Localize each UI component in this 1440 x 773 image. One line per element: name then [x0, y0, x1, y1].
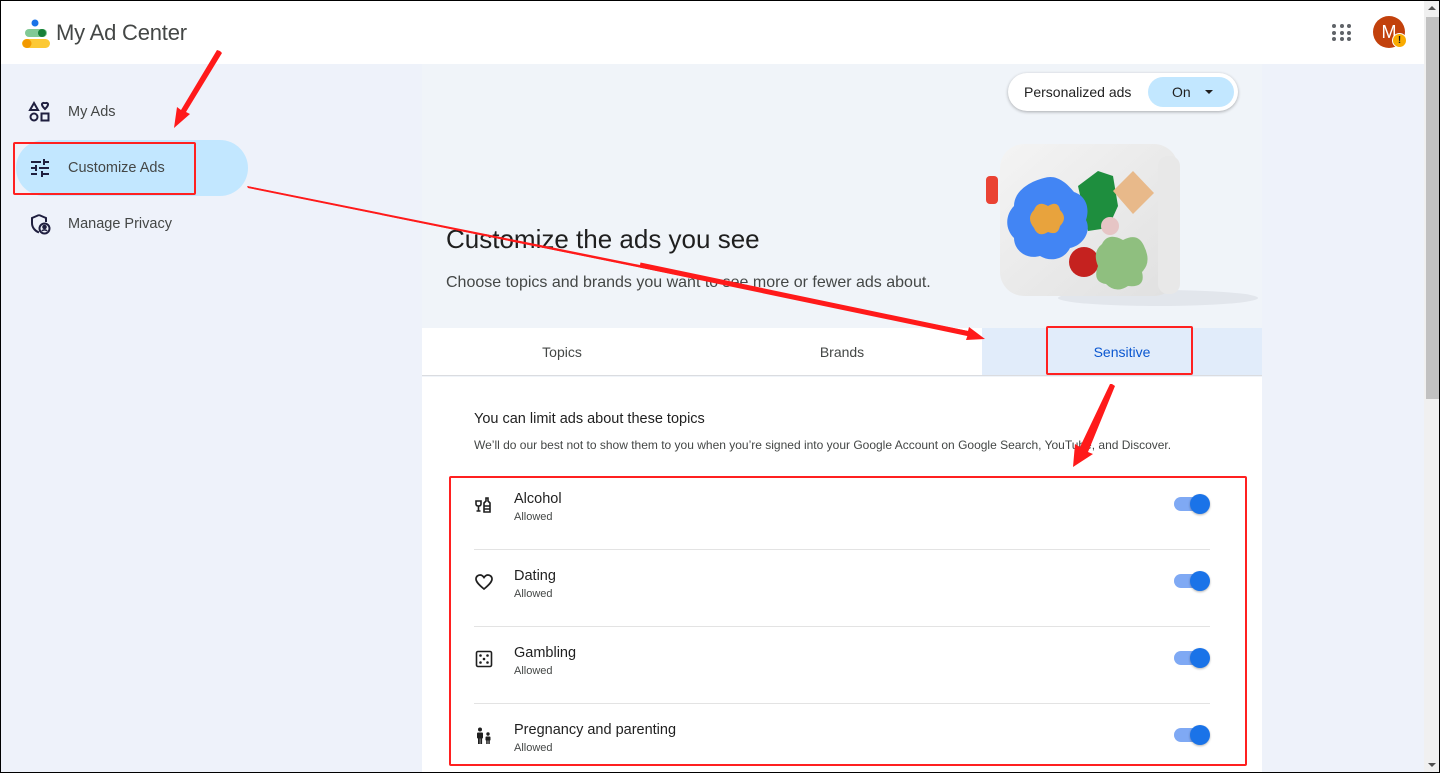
tab-sensitive[interactable]: Sensitive: [982, 328, 1262, 375]
pregnancy-parenting-toggle[interactable]: [1174, 724, 1210, 746]
topic-name: Gambling: [514, 645, 577, 661]
topic-status: Allowed: [514, 588, 553, 600]
topic-row-dating: Dating Allowed: [474, 550, 1210, 627]
scroll-down-arrow-icon[interactable]: [1428, 763, 1436, 767]
customize-tabs: Topics Brands Sensitive: [422, 328, 1262, 376]
alcohol-bottle-icon: [475, 497, 491, 513]
sidebar-item-label: Customize Ads: [68, 160, 165, 176]
alcohol-toggle[interactable]: [1174, 493, 1210, 515]
personalized-ads-label: Personalized ads: [1024, 84, 1132, 100]
section-title: You can limit ads about these topics: [474, 411, 705, 427]
scroll-up-arrow-icon[interactable]: [1428, 6, 1436, 10]
google-apps-grid-icon[interactable]: [1330, 20, 1354, 44]
my-ad-center-logo-icon: [22, 19, 50, 48]
parent-child-icon: [477, 727, 491, 744]
topic-name: Dating: [514, 568, 556, 584]
topic-status: Allowed: [514, 742, 553, 754]
shield-person-icon: [31, 214, 51, 235]
personalized-ads-value: On: [1172, 84, 1191, 100]
topic-row-pregnancy-parenting: Pregnancy and parenting Allowed: [474, 704, 1210, 773]
topic-row-gambling: Gambling Allowed: [474, 627, 1210, 704]
app-header: My Ad Center M !: [0, 0, 1424, 64]
sidebar-nav: My Ads Customize Ads Manage Privacy: [0, 64, 420, 773]
tune-sliders-icon: [31, 159, 49, 177]
page-scrollbar[interactable]: [1424, 0, 1440, 773]
app-title[interactable]: My Ad Center: [56, 20, 187, 46]
sidebar-item-customize-ads[interactable]: Customize Ads: [16, 140, 248, 196]
gambling-toggle[interactable]: [1174, 647, 1210, 669]
tab-topics[interactable]: Topics: [422, 328, 702, 375]
heart-icon: [475, 574, 493, 591]
tab-brands[interactable]: Brands: [702, 328, 982, 375]
scrollbar-thumb[interactable]: [1426, 17, 1439, 399]
caret-down-icon: [1205, 90, 1213, 94]
dice-icon: [475, 650, 493, 668]
dating-toggle[interactable]: [1174, 570, 1210, 592]
personalized-ads-control: Personalized ads On: [1008, 73, 1238, 111]
topic-status: Allowed: [514, 665, 553, 677]
topic-row-alcohol: Alcohol Allowed: [474, 473, 1210, 550]
topic-name: Alcohol: [514, 491, 562, 507]
topic-name: Pregnancy and parenting: [514, 722, 677, 738]
page-subtitle: Choose topics and brands you want to see…: [446, 274, 931, 291]
personalized-ads-dropdown[interactable]: On: [1148, 77, 1234, 107]
sidebar-item-manage-privacy[interactable]: Manage Privacy: [16, 196, 248, 252]
sidebar-item-label: Manage Privacy: [68, 216, 172, 232]
sidebar-item-label: My Ads: [68, 104, 116, 120]
topic-status: Allowed: [514, 511, 553, 523]
section-description: We’ll do our best not to show them to yo…: [474, 438, 1172, 452]
account-warning-badge-icon: !: [1392, 33, 1407, 48]
toy-cube-illustration-icon: [986, 144, 1258, 306]
sidebar-item-my-ads[interactable]: My Ads: [16, 84, 248, 140]
page-title: Customize the ads you see: [446, 224, 760, 254]
shapes-icon: [28, 100, 50, 122]
